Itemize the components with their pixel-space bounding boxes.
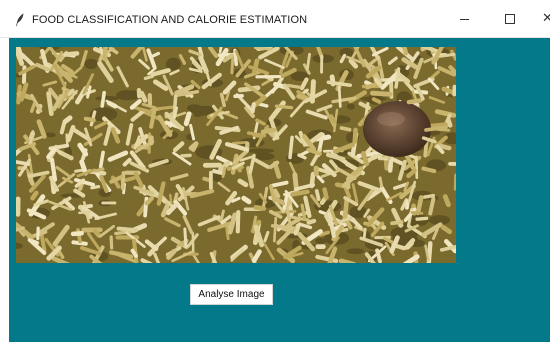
maximize-icon bbox=[505, 14, 515, 24]
maximize-button[interactable] bbox=[490, 6, 530, 32]
title-bar[interactable]: FOOD CLASSIFICATION AND CALORIE ESTIMATI… bbox=[0, 0, 550, 38]
close-icon: ✕ bbox=[542, 10, 550, 25]
food-image bbox=[16, 47, 456, 263]
app-window: FOOD CLASSIFICATION AND CALORIE ESTIMATI… bbox=[0, 0, 550, 342]
minimize-button[interactable] bbox=[444, 6, 484, 32]
nut-piece bbox=[363, 101, 431, 157]
minimize-icon bbox=[460, 19, 469, 20]
window-title: FOOD CLASSIFICATION AND CALORIE ESTIMATI… bbox=[32, 14, 308, 26]
feather-icon bbox=[16, 13, 24, 27]
analyse-image-button[interactable]: Analyse Image bbox=[190, 284, 273, 305]
rice-dish-photo bbox=[16, 47, 456, 263]
close-button[interactable]: ✕ bbox=[534, 6, 550, 32]
main-panel: Analyse Image bbox=[9, 38, 550, 342]
